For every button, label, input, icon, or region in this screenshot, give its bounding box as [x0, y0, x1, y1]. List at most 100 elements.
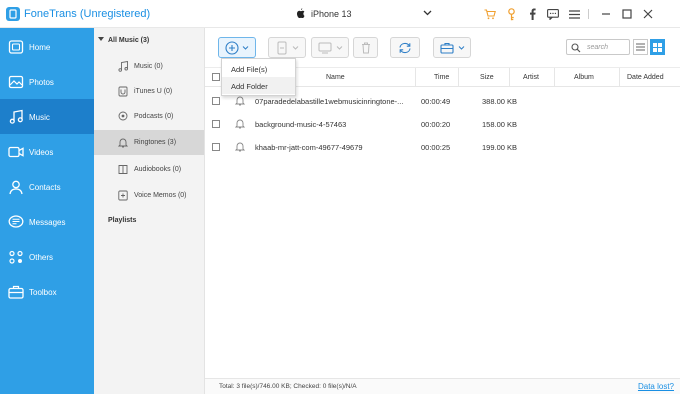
nav-item-label: Home — [29, 43, 51, 52]
category-music[interactable]: Music (0) — [94, 54, 204, 79]
bell-icon — [118, 138, 128, 148]
playlists-header[interactable]: Playlists — [108, 217, 136, 224]
search-placeholder: search — [587, 44, 609, 51]
column-artist[interactable]: Artist — [523, 74, 539, 81]
nav-item-messages[interactable]: Messages — [0, 204, 94, 239]
row-time: 00:00:49 — [421, 97, 451, 106]
menu-item-add-folder[interactable]: Add Folder — [222, 77, 295, 94]
trash-icon — [361, 42, 370, 53]
category-itunes-u[interactable]: iTunes U (0) — [94, 79, 204, 104]
toolbox-dropdown-button[interactable] — [433, 37, 471, 58]
delete-button[interactable] — [353, 37, 378, 58]
nav-item-contacts[interactable]: Contacts — [0, 169, 94, 204]
refresh-icon — [399, 42, 411, 53]
grid-view-icon — [653, 42, 662, 52]
search-input[interactable]: search — [566, 39, 630, 55]
category-ringtones[interactable]: Ringtones (3) — [94, 130, 204, 155]
category-audiobooks[interactable]: Audiobooks (0) — [94, 157, 204, 182]
key-icon[interactable] — [501, 6, 521, 22]
podcast-icon — [118, 111, 128, 121]
menu-item-add-files[interactable]: Add File(s) — [222, 60, 295, 77]
facebook-icon[interactable] — [522, 6, 542, 22]
add-button[interactable] — [218, 37, 256, 58]
category-label: Voice Memos (0) — [134, 192, 187, 199]
nav-item-music[interactable]: Music — [0, 99, 94, 134]
category-panel: All Music (3) Music (0) iTunes U (0) Pod… — [94, 28, 205, 394]
toolbox-icon — [439, 42, 454, 54]
column-name[interactable]: Name — [326, 74, 345, 81]
list-view-icon — [636, 43, 645, 51]
nav-item-toolbox[interactable]: Toolbox — [0, 274, 94, 309]
row-checkbox[interactable] — [212, 120, 220, 128]
all-music-header[interactable]: All Music (3) — [98, 37, 149, 44]
list-view-button[interactable] — [633, 39, 648, 55]
nav-item-label: Others — [29, 253, 54, 262]
chevron-down-icon — [336, 45, 342, 50]
device-selector[interactable]: iPhone 13 — [296, 8, 352, 19]
others-icon — [9, 250, 23, 264]
bell-icon — [235, 142, 245, 152]
column-divider — [458, 68, 459, 87]
chevron-down-icon[interactable] — [423, 9, 432, 17]
row-time: 00:00:25 — [421, 143, 451, 152]
nav-item-label: Photos — [29, 78, 54, 87]
status-summary: Total: 3 file(s)/746.00 KB; Checked: 0 f… — [219, 383, 357, 390]
nav-item-label: Contacts — [29, 183, 61, 192]
export-device-icon — [277, 41, 286, 54]
category-label: Ringtones (3) — [134, 139, 177, 146]
column-divider — [554, 68, 555, 87]
nav-item-label: Toolbox — [29, 288, 57, 297]
column-divider — [509, 68, 510, 87]
column-size[interactable]: Size — [480, 74, 494, 81]
select-all-checkbox[interactable] — [212, 73, 220, 81]
audiobook-icon — [118, 165, 128, 175]
nav-item-photos[interactable]: Photos — [0, 64, 94, 99]
row-size: 158.00 KB — [482, 120, 518, 129]
feedback-icon[interactable] — [543, 6, 563, 22]
column-date-added[interactable]: Date Added — [627, 74, 664, 81]
minimize-icon[interactable] — [596, 6, 616, 22]
all-music-label: All Music (3) — [108, 37, 150, 44]
maximize-icon[interactable] — [617, 6, 637, 22]
sidebar-nav: Home Photos Music Videos Contacts Messag… — [0, 28, 94, 394]
data-lost-link[interactable]: Data lost? — [638, 382, 674, 391]
row-name: background-music-4-57463 — [255, 120, 347, 129]
nav-item-home[interactable]: Home — [0, 29, 94, 64]
cart-icon[interactable] — [480, 6, 500, 22]
table-row[interactable]: background-music-4-57463 00:00:20 158.00… — [205, 112, 680, 135]
menu-item-label: Add File(s) — [231, 65, 268, 74]
column-time[interactable]: Time — [434, 74, 449, 81]
nav-item-label: Videos — [29, 148, 54, 157]
nav-item-label: Music — [29, 113, 50, 122]
column-album[interactable]: Album — [574, 74, 594, 81]
category-voice-memos[interactable]: Voice Memos (0) — [94, 183, 204, 208]
itunes-u-icon — [118, 86, 128, 97]
row-checkbox[interactable] — [212, 143, 220, 151]
category-label: Podcasts (0) — [134, 113, 174, 120]
table-row[interactable]: khaab-mr-jatt-com-49677-49679 00:00:25 1… — [205, 135, 680, 158]
category-podcasts[interactable]: Podcasts (0) — [94, 104, 204, 129]
row-size: 388.00 KB — [482, 97, 518, 106]
column-divider — [415, 68, 416, 87]
export-to-device-button[interactable] — [268, 37, 306, 58]
app-logo-icon — [6, 7, 20, 21]
music-note-icon — [118, 61, 128, 72]
nav-item-videos[interactable]: Videos — [0, 134, 94, 169]
close-icon[interactable] — [638, 6, 658, 22]
export-to-pc-button[interactable] — [311, 37, 349, 58]
voice-memo-icon — [118, 190, 128, 201]
row-checkbox[interactable] — [212, 97, 220, 105]
row-name: 07paradedelabastille1webmusicinringtone-… — [255, 97, 404, 106]
status-bar: Total: 3 file(s)/746.00 KB; Checked: 0 f… — [205, 378, 680, 394]
messages-icon — [8, 215, 24, 228]
nav-item-others[interactable]: Others — [0, 239, 94, 274]
grid-view-button[interactable] — [650, 39, 665, 55]
refresh-button[interactable] — [390, 37, 420, 58]
music-icon — [9, 109, 23, 124]
app-title: FoneTrans (Unregistered) — [24, 8, 151, 20]
videos-icon — [8, 146, 24, 158]
title-bar: FoneTrans (Unregistered) iPhone 13 — [0, 0, 680, 28]
divider — [588, 9, 589, 19]
menu-icon[interactable] — [564, 6, 584, 22]
category-label: Music (0) — [134, 63, 163, 70]
